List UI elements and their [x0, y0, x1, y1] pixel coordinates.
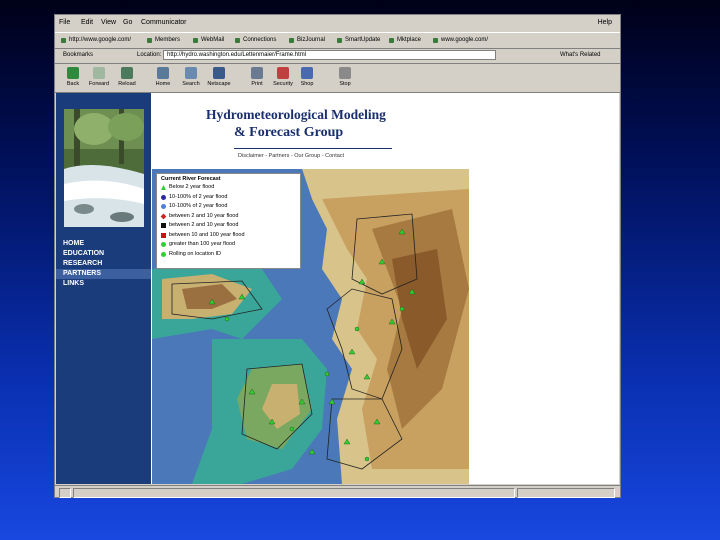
- link-google-2[interactable]: www.google.com/: [433, 37, 488, 43]
- circle-icon: [161, 242, 166, 247]
- shop-icon: [301, 67, 313, 79]
- reload-button[interactable]: Reload: [115, 67, 139, 87]
- location-bar: Bookmarks Location: http://hydro.washing…: [55, 48, 620, 64]
- component-bar: [517, 488, 615, 498]
- square-icon: [161, 223, 166, 228]
- forward-arrow-icon: [93, 67, 105, 79]
- legend-item: between 10 and 100 year flood: [157, 231, 300, 241]
- legend-item: greater than 100 year flood: [157, 240, 300, 250]
- river-photo: [64, 109, 144, 227]
- menu-edit[interactable]: Edit: [81, 19, 93, 26]
- back-button[interactable]: Back: [61, 67, 85, 87]
- legend-item: 10-100% of 2 year flood: [157, 193, 300, 203]
- browser-window: File Edit View Go Communicator Help http…: [54, 14, 621, 498]
- netscape-icon: [213, 67, 225, 79]
- search-icon: [185, 67, 197, 79]
- legend-title: Current River Forecast: [161, 176, 221, 182]
- link-smartupdate[interactable]: SmartUpdate: [337, 37, 380, 43]
- legend-item: Rolling on location ID: [157, 250, 300, 260]
- shop-button[interactable]: Shop: [295, 67, 319, 87]
- security-button[interactable]: Security: [271, 67, 295, 87]
- navigation-toolbar: Back Forward Reload Home Search Netscape…: [55, 64, 620, 93]
- stop-icon: [339, 67, 351, 79]
- back-arrow-icon: [67, 67, 79, 79]
- circle-icon: [161, 204, 166, 209]
- status-bar: [55, 485, 620, 499]
- status-text-pane: [73, 488, 515, 498]
- sidebar: HOME EDUCATION RESEARCH PARTNERS LINKS: [56, 93, 151, 484]
- netscape-button[interactable]: Netscape: [207, 67, 231, 87]
- header-links[interactable]: Disclaimer - Partners - Our Group - Cont…: [238, 153, 344, 159]
- square-icon: [161, 232, 166, 238]
- sidebar-nav: HOME EDUCATION RESEARCH PARTNERS LINKS: [56, 239, 151, 289]
- security-status-icon: [59, 488, 71, 498]
- circle-icon: [161, 251, 166, 257]
- map-legend: Current River Forecast Below 2 year floo…: [156, 173, 301, 269]
- url-input[interactable]: http://hydro.washington.edu/Lettenmaier/…: [163, 50, 496, 60]
- print-icon: [251, 67, 263, 79]
- menu-help[interactable]: Help: [598, 19, 612, 26]
- whats-related-button[interactable]: What's Related: [560, 52, 601, 58]
- menu-communicator[interactable]: Communicator: [141, 19, 187, 26]
- link-members[interactable]: Members: [147, 37, 180, 43]
- title-divider: [234, 148, 392, 149]
- location-label: Location:: [137, 52, 162, 58]
- diamond-icon: [160, 213, 167, 219]
- menu-bar: File Edit View Go Communicator Help: [55, 15, 620, 31]
- reload-icon: [121, 67, 133, 79]
- triangle-icon: [161, 185, 166, 190]
- nav-education[interactable]: EDUCATION: [56, 249, 151, 259]
- forward-button[interactable]: Forward: [87, 67, 111, 87]
- home-icon: [157, 67, 169, 79]
- menu-file[interactable]: File: [59, 19, 70, 26]
- link-google-1[interactable]: http://www.google.com/: [61, 37, 131, 43]
- stop-button[interactable]: Stop: [333, 67, 357, 87]
- personal-toolbar: http://www.google.com/ Members WebMail C…: [55, 32, 620, 49]
- legend-item: between 2 and 10 year flood: [157, 212, 300, 222]
- page-title: Hydrometeorological Modeling & Forecast …: [206, 107, 386, 140]
- nav-home[interactable]: HOME: [56, 239, 151, 249]
- link-bizjournal[interactable]: BizJournal: [289, 37, 325, 43]
- bookmarks-button[interactable]: Bookmarks: [63, 52, 93, 58]
- nav-links[interactable]: LINKS: [56, 279, 151, 289]
- security-lock-icon: [277, 67, 289, 79]
- search-button[interactable]: Search: [179, 67, 203, 87]
- link-webmail[interactable]: WebMail: [193, 37, 224, 43]
- home-button[interactable]: Home: [151, 67, 175, 87]
- circle-icon: [161, 194, 166, 200]
- legend-item: Below 2 year flood: [157, 183, 300, 193]
- link-mktplace[interactable]: Mktplace: [389, 37, 421, 43]
- menu-view[interactable]: View: [101, 19, 116, 26]
- legend-item: 10-100% of 2 year flood: [157, 202, 300, 212]
- print-button[interactable]: Print: [245, 67, 269, 87]
- legend-item: between 2 and 10 year flood: [157, 221, 300, 231]
- nav-research[interactable]: RESEARCH: [56, 259, 151, 269]
- page-content: HOME EDUCATION RESEARCH PARTNERS LINKS H…: [56, 93, 619, 484]
- link-connections[interactable]: Connections: [235, 37, 276, 43]
- nav-partners[interactable]: PARTNERS: [56, 269, 151, 279]
- menu-go[interactable]: Go: [123, 19, 132, 26]
